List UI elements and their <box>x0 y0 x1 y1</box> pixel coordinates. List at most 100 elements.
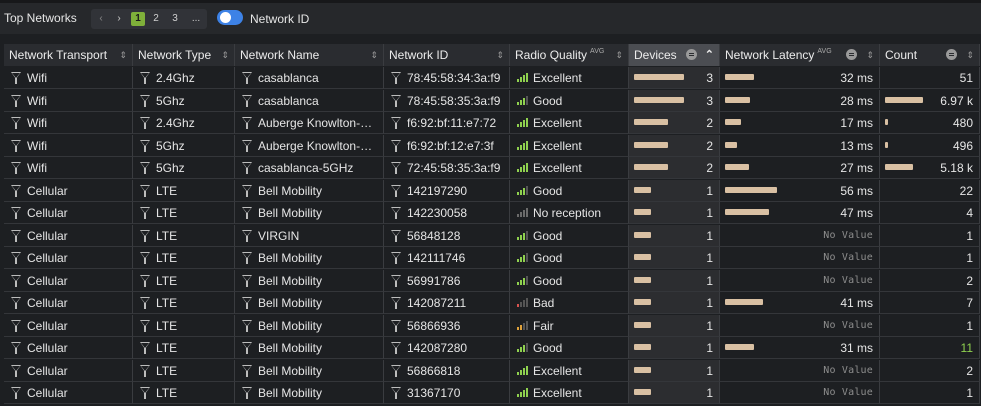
antenna-icon <box>242 252 252 264</box>
sort-icon[interactable]: ⇕ <box>370 44 378 66</box>
page-2-button[interactable]: 2 <box>150 12 162 26</box>
cell-text: 5Ghz <box>156 161 185 175</box>
cell-transport: Cellular <box>4 224 133 247</box>
sort-icon[interactable]: ⇕ <box>119 44 127 66</box>
signal-bar <box>517 124 519 127</box>
network-id-toggle[interactable] <box>217 10 243 25</box>
latency-value: 17 ms <box>840 116 873 130</box>
column-header-latency[interactable]: Network Latency AVG ⇕ <box>720 44 880 66</box>
cell-text: 56991786 <box>407 273 461 288</box>
cell-transport: Cellular <box>4 202 133 224</box>
cell-devices: 1 <box>629 314 720 337</box>
column-header-devices[interactable]: Devices ⌃ <box>629 44 720 66</box>
sort-icon[interactable]: ⇕ <box>966 44 974 66</box>
signal-strength-icon <box>517 185 528 195</box>
cell-count: 5.18 k <box>880 157 980 179</box>
sort-icon[interactable]: ⇕ <box>615 44 623 66</box>
prev-page-button[interactable]: ‹ <box>95 12 107 26</box>
cell-id: 78:45:58:35:3a:f9 <box>384 89 510 112</box>
signal-bar <box>517 304 519 307</box>
table-row[interactable]: Wifi 2.4Ghz Auberge Knowlton-… f6:92:bf:11:… <box>4 112 980 134</box>
table-row[interactable]: Cellular LTE Bell Mobility 31367170 Excellen… <box>4 382 980 404</box>
antenna-icon <box>140 117 150 129</box>
antenna-icon <box>11 207 21 219</box>
column-header-quality[interactable]: Radio Quality AVG ⇕ <box>510 44 629 66</box>
column-menu-icon[interactable] <box>846 49 857 60</box>
table-row[interactable]: Cellular LTE Bell Mobility 142087280 Good 1 31… <box>4 337 980 359</box>
antenna-icon <box>391 162 401 174</box>
cell-text: Bell Mobility <box>258 296 323 310</box>
cell-type: LTE <box>133 314 235 337</box>
cell-text: 142197290 <box>407 183 468 198</box>
latency-bar <box>725 74 754 80</box>
avg-badge: AVG <box>590 48 605 55</box>
table-row[interactable]: Cellular LTE Bell Mobility 56991786 Good 1 No … <box>4 269 980 292</box>
page-3-button[interactable]: 3 <box>169 12 181 26</box>
column-label: Count <box>885 48 918 62</box>
cell-text: LTE <box>156 296 178 310</box>
table-row[interactable]: Cellular LTE Bell Mobility 56866818 Excellen… <box>4 359 980 382</box>
devices-bar <box>634 254 651 260</box>
table-row[interactable]: Cellular LTE VIRGIN 56848128 Good 1 No Value 1 <box>4 224 980 247</box>
cell-name: casablanca-5GHz <box>235 157 384 179</box>
cell-text: Wifi <box>27 161 47 175</box>
table-row[interactable]: Cellular LTE Bell Mobility 142230058 No rece… <box>4 202 980 224</box>
table-row[interactable]: Cellular LTE Bell Mobility 56866936 Fair 1 No … <box>4 314 980 337</box>
page-1-button[interactable]: 1 <box>131 12 145 26</box>
latency-value: 56 ms <box>840 183 873 198</box>
sort-icon[interactable]: ⇕ <box>496 44 504 66</box>
cell-quality: Excellent <box>510 359 629 382</box>
column-header-id[interactable]: Network ID ⇕ <box>384 44 510 66</box>
devices-value: 1 <box>706 296 713 310</box>
cell-latency: No Value <box>720 314 880 337</box>
column-header-type[interactable]: Network Type ⇕ <box>133 44 235 66</box>
table-row[interactable]: Cellular LTE Bell Mobility 142197290 Good 1 56… <box>4 179 980 202</box>
signal-bar <box>526 388 528 397</box>
signal-bar <box>517 146 519 150</box>
latency-value: 13 ms <box>840 138 873 153</box>
cell-text: LTE <box>156 318 178 333</box>
table-row[interactable]: Wifi 5Ghz Auberge Knowlton-… f6:92:bf:12:e7… <box>4 134 980 157</box>
cell-text: 2.4Ghz <box>156 116 195 130</box>
antenna-icon <box>242 162 252 174</box>
cell-latency: 27 ms <box>720 157 880 179</box>
antenna-icon <box>391 139 401 152</box>
cell-text: 78:45:58:34:3a:f9 <box>407 71 501 85</box>
cell-text: LTE <box>156 341 178 355</box>
signal-bar <box>523 97 525 105</box>
devices-bar <box>634 186 651 193</box>
cell-text: Cellular <box>27 341 68 355</box>
antenna-icon <box>242 72 252 84</box>
table-row[interactable]: Wifi 5Ghz casablanca-5GHz 72:45:58:35:3a:f9… <box>4 157 980 179</box>
table-row[interactable]: Cellular LTE Bell Mobility 142111746 Good 1 No… <box>4 247 980 269</box>
signal-bar <box>517 236 519 240</box>
table-row[interactable]: Wifi 5Ghz casablanca 78:45:58:35:3a:f9 Good 3… <box>4 89 980 112</box>
cell-text: Wifi <box>27 71 47 85</box>
sort-icon[interactable]: ⇕ <box>866 44 874 66</box>
cell-text: 142087280 <box>407 341 468 355</box>
devices-bar <box>634 321 651 328</box>
column-menu-icon[interactable] <box>686 49 697 60</box>
devices-bar <box>634 299 651 305</box>
count-value: 22 <box>959 183 973 198</box>
table-row[interactable]: Cellular LTE Bell Mobility 142087211 Bad 1 41 … <box>4 292 980 314</box>
antenna-icon <box>11 162 21 174</box>
signal-bar <box>526 320 528 330</box>
cell-transport: Wifi <box>4 112 133 134</box>
cell-text: Cellular <box>27 363 68 378</box>
column-menu-icon[interactable] <box>946 49 957 60</box>
sort-ascending-icon[interactable]: ⌃ <box>705 44 714 66</box>
table-row[interactable]: Wifi 2.4Ghz casablanca 78:45:58:34:3a:f9 Exc… <box>4 67 980 89</box>
column-header-transport[interactable]: Network Transport ⇕ <box>4 44 133 66</box>
cell-text: Wifi <box>27 116 47 130</box>
column-header-name[interactable]: Network Name ⇕ <box>235 44 384 66</box>
antenna-icon <box>242 364 252 377</box>
cell-text: Cellular <box>27 318 68 333</box>
count-value: 4 <box>966 206 973 220</box>
next-page-button[interactable]: › <box>113 12 125 26</box>
devices-value: 2 <box>706 116 713 130</box>
more-pages-button[interactable]: ... <box>189 12 203 26</box>
column-header-count[interactable]: Count ⇕ <box>880 44 980 66</box>
sort-icon[interactable]: ⇕ <box>221 44 229 66</box>
devices-bar <box>634 344 651 350</box>
